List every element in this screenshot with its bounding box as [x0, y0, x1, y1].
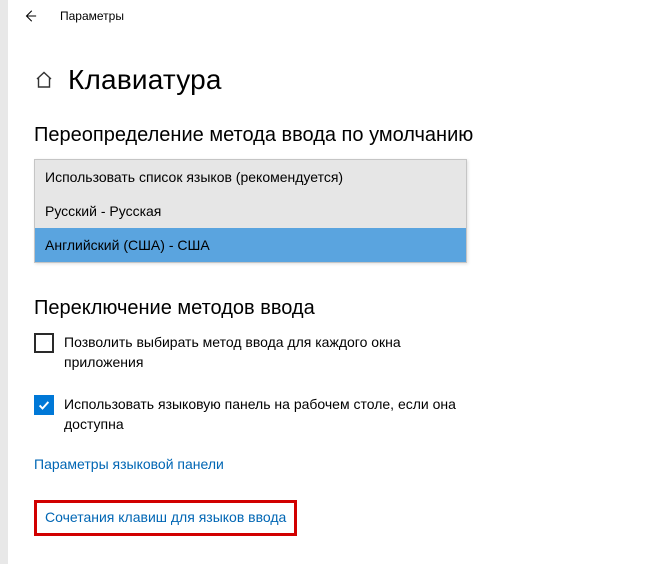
checkbox-per-window-row: Позволить выбирать метод ввода для каждо…	[34, 332, 474, 372]
language-bar-settings-link[interactable]: Параметры языковой панели	[34, 456, 224, 472]
section-override-title: Переопределение метода ввода по умолчани…	[34, 124, 645, 147]
section-switching-title: Переключение методов ввода	[34, 297, 645, 320]
checkbox-language-bar[interactable]	[34, 395, 54, 415]
settings-window: Параметры Клавиатура Переопределение мет…	[8, 0, 671, 564]
checkbox-language-bar-row: Использовать языковую панель на рабочем …	[34, 394, 474, 434]
app-title: Параметры	[60, 9, 124, 23]
hotkeys-link-highlight: Сочетания клавиш для языков ввода	[34, 500, 297, 536]
checkbox-language-bar-label: Использовать языковую панель на рабочем …	[64, 394, 474, 434]
checkbox-per-window[interactable]	[34, 333, 54, 353]
dropdown-option-english-us[interactable]: Английский (США) - США	[35, 228, 466, 262]
back-button[interactable]	[14, 0, 46, 32]
titlebar: Параметры	[8, 0, 671, 32]
dropdown-option-recommended[interactable]: Использовать список языков (рекомендуетс…	[35, 160, 466, 194]
page-header: Клавиатура	[34, 64, 645, 96]
content-area: Клавиатура Переопределение метода ввода …	[8, 32, 671, 536]
checkbox-per-window-label: Позволить выбирать метод ввода для каждо…	[64, 332, 474, 372]
arrow-left-icon	[23, 9, 37, 23]
input-method-dropdown[interactable]: Использовать список языков (рекомендуетс…	[34, 159, 467, 263]
dropdown-option-russian[interactable]: Русский - Русская	[35, 194, 466, 228]
checkmark-icon	[37, 398, 51, 412]
input-language-hotkeys-link[interactable]: Сочетания клавиш для языков ввода	[45, 509, 286, 525]
window-edge	[0, 0, 8, 564]
home-icon[interactable]	[34, 70, 54, 90]
page-title: Клавиатура	[68, 64, 222, 96]
